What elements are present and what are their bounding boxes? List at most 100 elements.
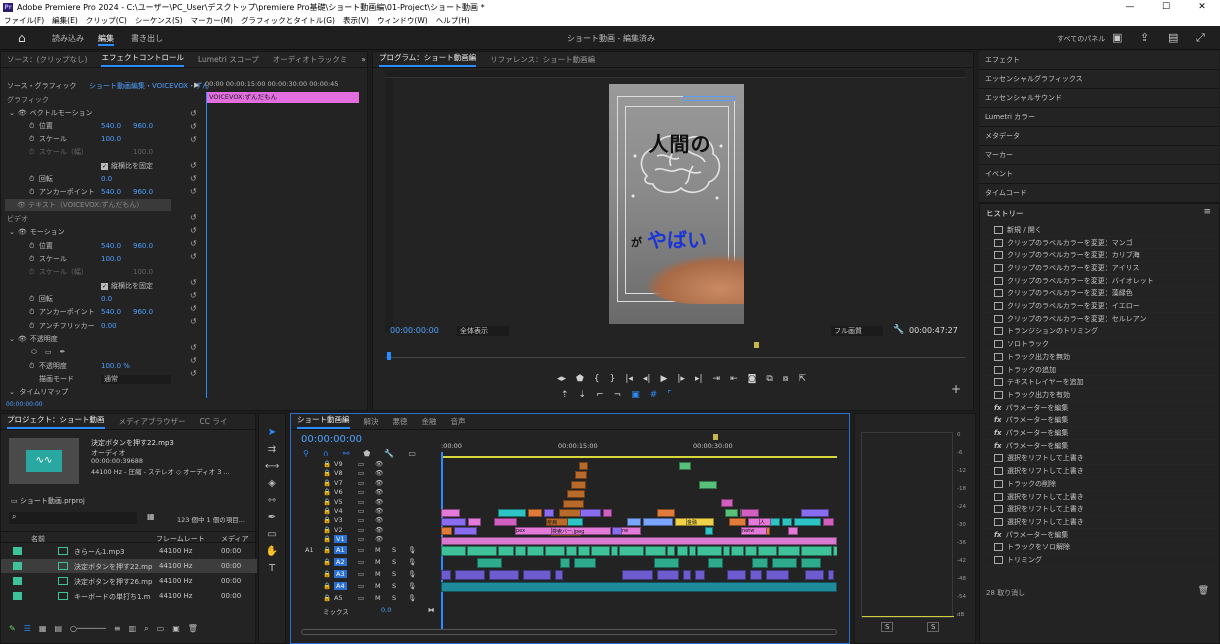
effect-controls-timecode[interactable]: 00:00:00:00 (6, 401, 43, 408)
tab-lumetri-scopes[interactable]: Lumetri スコープ (198, 54, 259, 65)
mark-out-bracket-icon[interactable]: } (610, 374, 616, 388)
uniform-scale-checkbox[interactable]: ✓ 縦横比を固定 (101, 160, 153, 172)
tab-effect-controls[interactable]: エフェクトコントロール (101, 52, 184, 67)
history-item[interactable]: クリップのラベルカラーを変更：藻緑色 (980, 288, 1216, 301)
timeline-clip[interactable] (493, 518, 517, 526)
timeline-clip[interactable] (805, 570, 825, 580)
timeline-clip[interactable] (560, 558, 571, 568)
snap-icon[interactable]: ∩ (323, 449, 329, 458)
captions-icon[interactable]: ▭ (408, 449, 416, 458)
video-track-header[interactable]: 🔒 V5 ▭ 👁 (291, 498, 441, 507)
timeline-clip[interactable] (441, 518, 466, 526)
delete-icon[interactable]: 🗑 (188, 624, 198, 638)
history-item[interactable]: クリップのラベルカラーを変更：マンゴ (980, 237, 1216, 250)
zoom-slider[interactable]: ○────── (70, 624, 106, 638)
timeline-clip[interactable] (577, 546, 591, 556)
timeline-clip[interactable] (699, 481, 717, 489)
video-track-header[interactable]: 🔒 V3 ▭ 👁 (291, 516, 441, 525)
timeline-clip[interactable] (697, 546, 723, 556)
timeline-clip[interactable] (454, 570, 485, 580)
motion-row[interactable]: ⌄ 👁 モーション (9, 226, 65, 238)
vector-motion-row[interactable]: ⌄ 👁 ベクトルモーション (9, 107, 93, 119)
timeline-clip[interactable] (467, 518, 481, 526)
lift-icon[interactable]: ⇡ (561, 390, 569, 404)
timeline-clip[interactable]: pex (515, 527, 553, 535)
history-menu-icon[interactable]: ≡ (1203, 207, 1211, 217)
timeline-clip[interactable]: 人 (759, 518, 771, 526)
timeline-clip[interactable] (724, 509, 738, 517)
timeline-clip[interactable] (657, 509, 675, 517)
mask-tools[interactable]: ⬭ ▭ ✒ (31, 346, 65, 358)
zoom-select[interactable]: 全体表示 (457, 326, 509, 336)
time-remap-row[interactable]: ⌄ タイムリマップ (9, 386, 68, 398)
timeline-clip[interactable] (574, 558, 597, 568)
tab-sequence-main[interactable]: ショート動画編 (297, 414, 350, 429)
video-track-header[interactable]: 🔒 V6 ▭ 👁 (291, 488, 441, 497)
solo-right-button[interactable]: S (927, 622, 940, 632)
timeline-clip[interactable] (441, 582, 837, 592)
audio-track-header[interactable]: 🔒 A3 ▭ M S 🎙 (291, 570, 441, 581)
audio-track-header[interactable]: 🔒 A5 ▭ M S 🎙 (291, 594, 441, 605)
type-tool-icon[interactable]: T (265, 562, 279, 576)
grid-icon[interactable]: # (650, 390, 658, 404)
position2-row[interactable]: ⏱ 位置 540.0 960.0 (29, 240, 153, 252)
timeline-clip[interactable] (543, 509, 554, 517)
history-item[interactable]: トリミング (980, 554, 1216, 567)
timeline-clip[interactable] (441, 509, 460, 517)
timeline-clip[interactable] (694, 570, 705, 580)
tab-source[interactable]: ソース：(クリップなし) (7, 54, 87, 65)
timeline-clip[interactable] (571, 480, 586, 489)
find-icon[interactable]: ⌕ (144, 624, 148, 638)
menu-window[interactable]: ウィンドウ(W) (377, 15, 428, 26)
project-search-input[interactable]: ⌕ (9, 512, 137, 524)
timeline-clip[interactable]: netw (741, 527, 767, 535)
project-file-row[interactable]: 決定ボタンを押す22.mp 44100 Hz 00:00 (1, 559, 257, 573)
timeline-clip[interactable] (676, 546, 689, 556)
tab-program[interactable]: プログラム：ショート動画編 (379, 52, 477, 67)
menu-graphics[interactable]: グラフィックとタイトル(G) (241, 15, 335, 26)
timeline-clip[interactable] (515, 546, 526, 556)
menu-marker[interactable]: マーカー(M) (191, 15, 233, 26)
history-item[interactable]: 選択をリフトして上書き (980, 491, 1216, 504)
history-item[interactable]: トラック出力を有効 (980, 389, 1216, 402)
panel-metadata[interactable]: メタデータ (979, 127, 1219, 146)
trim-next-icon[interactable]: ¬ (614, 390, 622, 404)
col-media[interactable]: メディア (221, 534, 249, 544)
history-item[interactable]: fx パラメーターを編集 (980, 415, 1216, 428)
timeline-clip[interactable] (477, 558, 502, 568)
history-item[interactable]: ソロトラック (980, 338, 1216, 351)
timeline-scrollbar[interactable] (301, 629, 837, 635)
timeline-clip[interactable]: 検索バー.jpeg (551, 527, 611, 535)
timeline-clip[interactable] (721, 499, 733, 507)
video-track-header[interactable]: 🔒 V7 ▭ 👁 (291, 479, 441, 488)
add-button-icon[interactable]: + (951, 382, 961, 396)
anchor-row[interactable]: ⏱ アンカーポイント 540.0 960.0 (29, 186, 153, 198)
pencil-icon[interactable]: ✎ (9, 624, 16, 638)
new-bin-footer-icon[interactable]: ▭ (157, 624, 165, 638)
play-only-audio-icon[interactable]: ▶ (194, 81, 199, 89)
track-select-icon[interactable]: ⇉ (265, 443, 279, 457)
tab-reference[interactable]: リファレンス：ショート動画編 (490, 54, 595, 65)
timeline-clip[interactable] (801, 546, 832, 556)
fullscreen-icon[interactable]: ⤢ (1196, 31, 1205, 45)
video-track-header[interactable]: 🔒 V2 ▭ 👁 (291, 526, 441, 535)
blend-mode-row[interactable]: 描画モード 通常 (39, 373, 171, 385)
timeline-clip[interactable] (801, 509, 829, 517)
timeline-clip[interactable] (745, 546, 758, 556)
timeline-clip[interactable]: 金融 (686, 518, 714, 526)
timeline-clip[interactable] (441, 546, 467, 556)
video-track-header[interactable]: 🔒 V9 ▭ 👁 (291, 460, 441, 469)
history-item[interactable]: 選択をリフトして上書き (980, 465, 1216, 478)
trash-icon[interactable]: 🗑 (1198, 586, 1209, 596)
timeline-clip[interactable] (666, 546, 676, 556)
history-item[interactable]: クリップのラベルカラーを変更：バイオレット (980, 275, 1216, 288)
timeline-timecode[interactable]: 00:00:00:00 (301, 434, 362, 445)
mix-track-header[interactable]: ミックス 0.0 ⧓ (291, 606, 441, 616)
scale2-row[interactable]: ⏱ スケール 100.0 (29, 253, 121, 265)
maximize-button[interactable]: ☐ (1148, 0, 1184, 14)
timeline-clip[interactable] (563, 499, 584, 508)
timeline-ruler[interactable]: :00:00 00:00:15:00 00:00:30:00 (441, 434, 841, 454)
selection-handles[interactable] (683, 96, 735, 101)
timeline-clip[interactable] (657, 570, 680, 580)
icon-view-icon[interactable]: ▦ (39, 624, 47, 638)
